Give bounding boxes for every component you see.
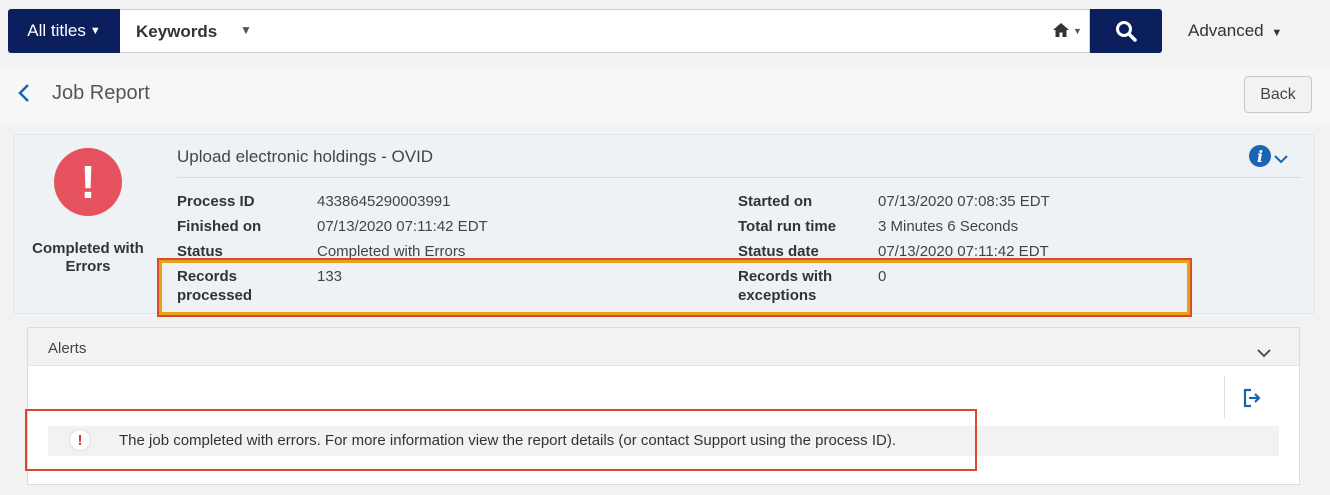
total-run-time-label: Total run time bbox=[738, 218, 837, 235]
search-scope-label: All titles bbox=[27, 21, 86, 40]
records-highlight-annotation bbox=[159, 260, 1190, 315]
records-exceptions-label-line2: exceptions bbox=[738, 287, 817, 304]
status-label: Status bbox=[177, 243, 223, 260]
records-exceptions-value: 0 bbox=[878, 268, 887, 285]
info-icon: i bbox=[1249, 145, 1288, 167]
alert-item: ! The job completed with errors. For mor… bbox=[48, 426, 1279, 456]
records-exceptions-label-line1: Records with bbox=[738, 268, 833, 285]
caret-down-icon[interactable]: ▼ bbox=[1073, 26, 1082, 36]
status-date-label: Status date bbox=[738, 243, 819, 260]
info-toggle[interactable]: i bbox=[1247, 143, 1301, 176]
caret-down-icon[interactable]: ▼ bbox=[240, 23, 252, 37]
started-on-label: Started on bbox=[738, 193, 813, 210]
status-summary-line2: Errors bbox=[65, 258, 111, 275]
finished-on-value: 07/13/2020 07:11:42 EDT bbox=[317, 218, 488, 235]
back-button[interactable]: Back bbox=[1244, 76, 1312, 113]
caret-down-icon: ▼ bbox=[89, 25, 101, 37]
advanced-label: Advanced bbox=[1188, 21, 1264, 40]
search-input[interactable]: Keywords ▼ ▼ bbox=[120, 9, 1090, 53]
alert-message: The job completed with errors. For more … bbox=[119, 432, 897, 449]
page-title: Job Report bbox=[52, 82, 150, 104]
page-header: Job Report Back bbox=[0, 68, 1330, 124]
status-date-value: 07/13/2020 07:11:42 EDT bbox=[878, 243, 1049, 260]
job-title: Upload electronic holdings - OVID bbox=[177, 147, 434, 166]
search-scope-dropdown[interactable]: All titles ▼ bbox=[8, 9, 120, 53]
total-run-time-value: 3 Minutes 6 Seconds bbox=[878, 218, 1019, 235]
started-on-value: 07/13/2020 07:08:35 EDT bbox=[878, 193, 1050, 210]
search-bar: All titles ▼ Keywords ▼ ▼ Advanced ▼ bbox=[0, 0, 1330, 68]
toolbar-divider bbox=[1224, 376, 1225, 419]
records-processed-value: 133 bbox=[317, 268, 343, 285]
error-status-icon: ! bbox=[54, 148, 122, 216]
search-field-selector[interactable]: Keywords bbox=[136, 22, 217, 42]
export-icon[interactable] bbox=[1242, 388, 1264, 413]
process-id-value: 4338645290003991 bbox=[317, 193, 451, 210]
alerts-header[interactable]: Alerts bbox=[28, 328, 1299, 366]
alerts-title: Alerts bbox=[48, 340, 87, 357]
card-divider bbox=[177, 177, 1302, 178]
finished-on-label: Finished on bbox=[177, 218, 262, 235]
svg-text:i: i bbox=[1257, 147, 1263, 166]
status-summary: Completed with Errors bbox=[14, 231, 162, 275]
alert-error-icon: ! bbox=[69, 429, 91, 451]
back-chevron-icon[interactable] bbox=[17, 82, 31, 109]
records-processed-label-line2: processed bbox=[177, 287, 253, 304]
process-id-label: Process ID bbox=[177, 193, 255, 210]
chevron-down-icon[interactable] bbox=[1256, 345, 1272, 363]
search-button[interactable] bbox=[1090, 9, 1162, 53]
search-icon bbox=[1116, 21, 1137, 42]
records-processed-label-line1: Records bbox=[177, 268, 238, 285]
status-value: Completed with Errors bbox=[317, 243, 466, 260]
home-icon[interactable] bbox=[1052, 22, 1070, 43]
advanced-search-link[interactable]: Advanced ▼ bbox=[1188, 21, 1282, 41]
job-summary-card: ! Completed with Errors Upload electroni… bbox=[13, 134, 1315, 315]
alerts-panel: Alerts ! The job completed with errors. … bbox=[27, 327, 1300, 485]
caret-down-icon: ▼ bbox=[1271, 27, 1283, 39]
